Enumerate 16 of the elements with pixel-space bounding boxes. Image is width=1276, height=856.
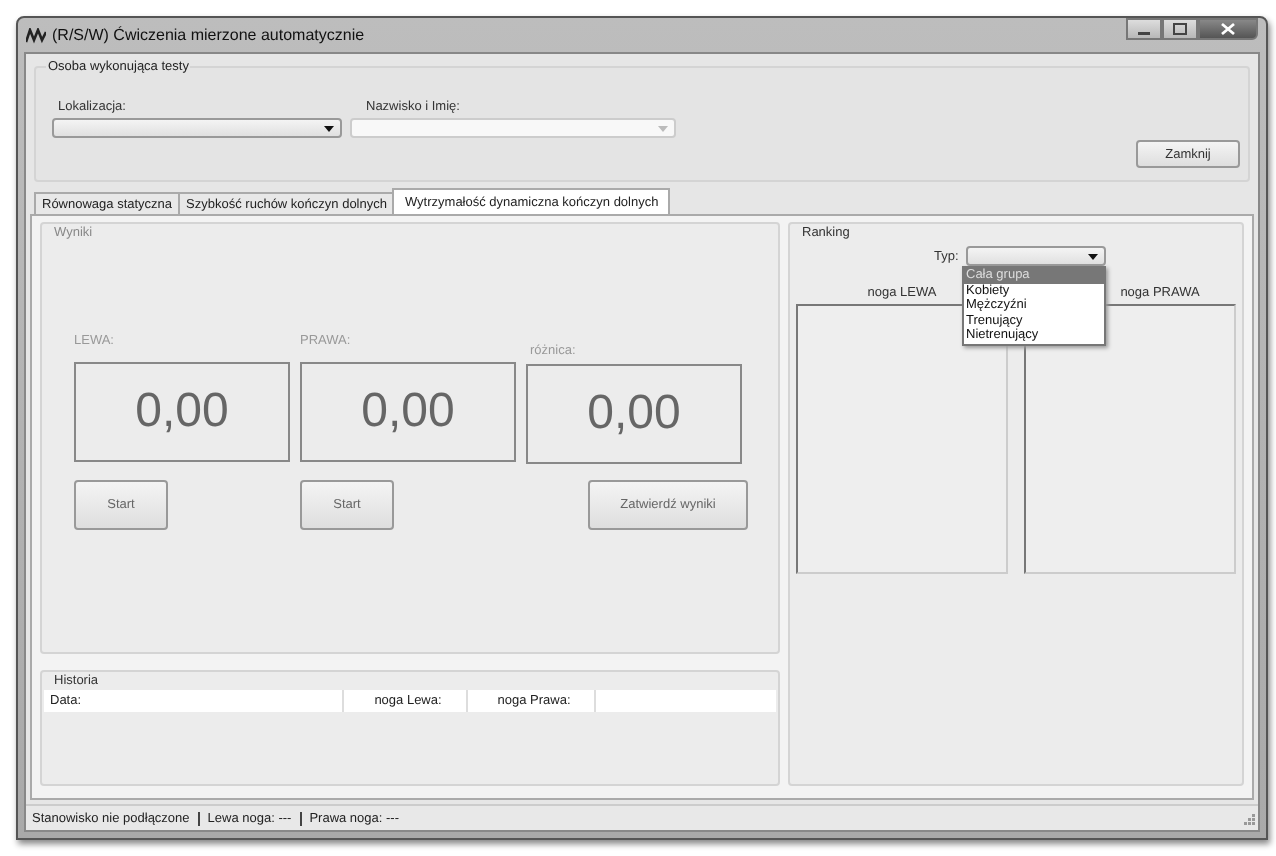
readout-value: 0,00	[300, 362, 516, 462]
close-icon	[1220, 22, 1236, 36]
wave-icon	[26, 27, 46, 43]
readout-value: 0,00	[526, 364, 742, 464]
close-button[interactable]	[1198, 18, 1258, 40]
location-dropdown[interactable]	[52, 118, 342, 138]
type-dropdown[interactable]	[966, 246, 1107, 266]
caret-icon	[658, 125, 668, 131]
maximize-icon	[1172, 22, 1188, 36]
caret-icon	[324, 125, 334, 131]
caret-icon	[1088, 253, 1099, 259]
resize-grip-icon	[1242, 811, 1256, 825]
maximize-button[interactable]	[1162, 18, 1198, 40]
minimize-button[interactable]	[1126, 18, 1162, 40]
readout-value: 0,00	[74, 362, 290, 462]
window-title: (R/S/W) Ćwiczenia mierzone automatycznie	[52, 26, 365, 44]
